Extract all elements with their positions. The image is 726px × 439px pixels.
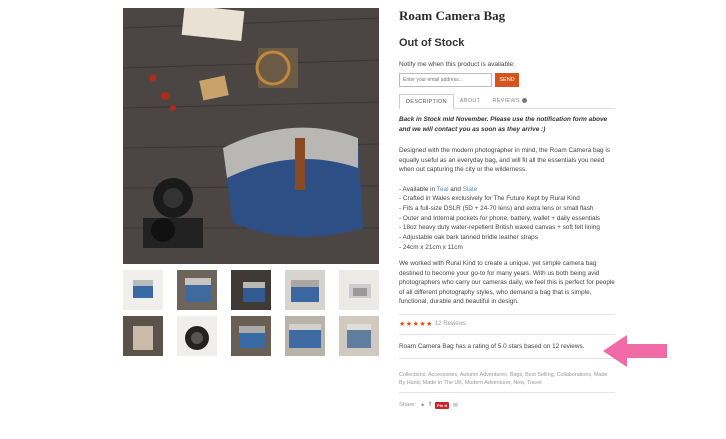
description-intro: Designed with the modern photographer in… [399,147,611,173]
stock-status: Out of Stock [399,37,465,49]
thumbnail[interactable] [285,316,325,356]
pointer-arrow-icon [603,335,667,367]
tab-about[interactable]: ABOUT [454,94,486,108]
notify-form: SEND [399,73,615,87]
teal-link[interactable]: Teal [437,186,449,193]
thumbnail[interactable] [339,270,379,310]
notify-text: Notify me when this product is available… [399,61,515,68]
thumbnail[interactable] [285,270,325,310]
slate-link[interactable]: Slate [463,186,478,193]
tab-reviews-label: REVIEWS [492,98,520,104]
list-item: - Crafted in Wales exclusively for The F… [399,195,580,203]
email-icon[interactable]: ✉ [453,402,458,409]
thumbnail[interactable] [231,316,271,356]
star-icon: ★ [426,320,433,328]
share-label: Share: [399,402,417,409]
product-tabs: DESCRIPTION ABOUT REVIEWS [399,94,615,109]
list-item: - Fits a full-size DSLR (5D + 24-70 lens… [399,204,594,212]
restock-notice: Back in Stock mid November. Please use t… [399,116,608,133]
rating-row[interactable]: ★ ★ ★ ★ ★ 12 Reviews [399,319,615,330]
facebook-icon[interactable]: f [429,402,431,408]
collections-list[interactable]: Collections: Accessories, Autumn Adventu… [399,371,615,388]
email-field[interactable] [399,73,492,87]
description-closing: We worked with Rural Kind to create a un… [399,260,615,306]
thumbnail[interactable] [231,270,271,310]
pinterest-button[interactable]: Pin it [435,401,449,409]
list-item: - Outer and Internal pockets for phone, … [399,214,601,222]
list-item: - 18oz heavy duty water-repellent Britis… [399,224,600,232]
rating-summary: Roam Camera Bag has a rating of 5.0 star… [399,342,585,350]
list-item: - Adjustable oak bark tanned bridle leat… [399,234,538,242]
star-icon: ★ [412,320,419,328]
twitter-icon[interactable]: ✦ [420,402,425,409]
send-button[interactable]: SEND [495,73,519,87]
divider [399,333,615,335]
product-title: Roam Camera Bag [399,8,506,23]
product-details: Roam Camera Bag Out of Stock Notify me w… [399,8,615,410]
review-indicator-icon [521,98,527,104]
and-word: and [448,185,463,193]
available-prefix: - Available in [399,185,437,193]
tab-description[interactable]: DESCRIPTION [399,94,454,109]
divider [399,391,615,393]
divider [399,313,615,315]
thumbnail[interactable] [177,270,217,310]
thumbnail[interactable] [177,316,217,356]
list-item: - Available in Teal and Slate [399,185,615,195]
divider [399,357,615,359]
list-item: - 24cm x 21cm x 11cm [399,243,463,251]
star-icon: ★ [419,320,426,328]
review-count-link[interactable]: 12 Reviews [435,321,466,327]
thumbnail-gallery [123,270,379,362]
star-icon: ★ [405,320,413,328]
feature-list: - Available in Teal and Slate - Crafted … [399,185,615,253]
thumbnail[interactable] [123,316,163,356]
tab-reviews[interactable]: REVIEWS [486,94,532,108]
share-row: Share: ✦ f Pin it ✉ [399,401,615,410]
thumbnail[interactable] [339,316,379,356]
thumbnail[interactable] [123,270,163,310]
product-main-image[interactable] [123,8,379,264]
star-icon: ★ [399,320,406,328]
